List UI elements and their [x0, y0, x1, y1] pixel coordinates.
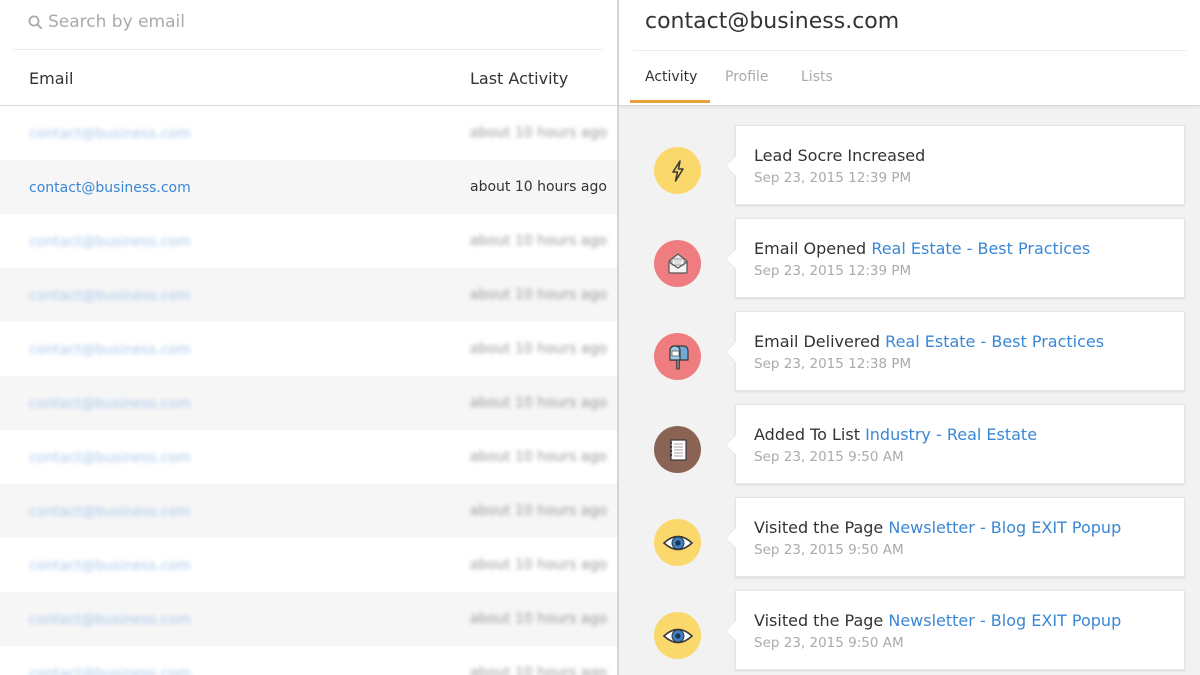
- tab-lists[interactable]: Lists: [801, 69, 833, 85]
- table-row[interactable]: contact@business.com about 10 hours ago: [0, 214, 617, 268]
- activity-text: Email Opened Real Estate - Best Practice…: [754, 239, 1090, 258]
- activity-link[interactable]: Industry - Real Estate: [865, 425, 1037, 444]
- row-activity: about 10 hours ago: [470, 503, 607, 519]
- table-row[interactable]: contact@business.com about 10 hours ago: [0, 592, 617, 646]
- row-email[interactable]: contact@business.com: [29, 180, 191, 196]
- search-icon: [28, 15, 42, 29]
- activity-link[interactable]: Real Estate - Best Practices: [871, 239, 1090, 258]
- activity-card[interactable]: Added To List Industry - Real Estate Sep…: [725, 404, 1185, 484]
- row-activity: about 10 hours ago: [470, 557, 607, 573]
- column-header-last-activity[interactable]: Last Activity: [470, 69, 568, 88]
- row-email[interactable]: contact@business.com: [29, 234, 191, 250]
- tab-profile[interactable]: Profile: [725, 69, 769, 85]
- eye-icon: [654, 519, 701, 566]
- activity-date: Sep 23, 2015 12:39 PM: [754, 263, 912, 279]
- row-email[interactable]: contact@business.com: [29, 342, 191, 358]
- activity-event: Added To List Industry - Real Estate Sep…: [619, 404, 1200, 484]
- activity-date: Sep 23, 2015 9:50 AM: [754, 449, 904, 465]
- activity-event: Email Delivered Real Estate - Best Pract…: [619, 311, 1200, 391]
- table-row[interactable]: contact@business.com about 10 hours ago: [0, 376, 617, 430]
- table-row-selected[interactable]: contact@business.com about 10 hours ago: [0, 160, 617, 214]
- activity-event: Visited the Page Newsletter - Blog EXIT …: [619, 590, 1200, 670]
- detail-title: contact@business.com: [645, 9, 900, 34]
- table-header: Email Last Activity: [0, 50, 617, 106]
- row-email[interactable]: contact@business.com: [29, 450, 191, 466]
- lightning-icon: [654, 147, 701, 194]
- row-activity: about 10 hours ago: [470, 287, 607, 303]
- search-bar: [14, 0, 602, 50]
- header-divider: [633, 50, 1186, 51]
- row-activity: about 10 hours ago: [470, 179, 607, 195]
- activity-event: Lead Socre Increased Sep 23, 2015 12:39 …: [619, 125, 1200, 205]
- table-row[interactable]: contact@business.com about 10 hours ago: [0, 484, 617, 538]
- row-activity: about 10 hours ago: [470, 611, 607, 627]
- activity-card[interactable]: Email Delivered Real Estate - Best Pract…: [725, 311, 1185, 391]
- activity-card[interactable]: Email Opened Real Estate - Best Practice…: [725, 218, 1185, 298]
- activity-link[interactable]: Newsletter - Blog EXIT Popup: [888, 518, 1121, 537]
- activity-action: Email Delivered: [754, 332, 881, 351]
- activity-date: Sep 23, 2015 12:39 PM: [754, 170, 912, 186]
- activity-text: Visited the Page Newsletter - Blog EXIT …: [754, 518, 1121, 537]
- row-activity: about 10 hours ago: [470, 341, 607, 357]
- row-email[interactable]: contact@business.com: [29, 666, 191, 675]
- row-activity: about 10 hours ago: [470, 395, 607, 411]
- row-email[interactable]: contact@business.com: [29, 288, 191, 304]
- activity-card[interactable]: Lead Socre Increased Sep 23, 2015 12:39 …: [725, 125, 1185, 205]
- contact-table: contact@business.com about 10 hours ago …: [0, 106, 617, 675]
- activity-event: Visited the Page Newsletter - Blog EXIT …: [619, 497, 1200, 577]
- active-tab-indicator: [630, 100, 710, 103]
- row-email[interactable]: contact@business.com: [29, 612, 191, 628]
- table-row[interactable]: contact@business.com about 10 hours ago: [0, 646, 617, 675]
- activity-action: Visited the Page: [754, 518, 884, 537]
- row-email[interactable]: contact@business.com: [29, 504, 191, 520]
- table-row[interactable]: contact@business.com about 10 hours ago: [0, 538, 617, 592]
- activity-date: Sep 23, 2015 9:50 AM: [754, 542, 904, 558]
- activity-action: Added To List: [754, 425, 860, 444]
- envelope-open-icon: [654, 240, 701, 287]
- row-activity: about 10 hours ago: [470, 233, 607, 249]
- column-header-email[interactable]: Email: [29, 69, 73, 88]
- contact-detail-pane: contact@business.com Activity Profile Li…: [619, 0, 1200, 675]
- activity-action: Email Opened: [754, 239, 867, 258]
- activity-card[interactable]: Visited the Page Newsletter - Blog EXIT …: [725, 590, 1185, 670]
- activity-link[interactable]: Real Estate - Best Practices: [885, 332, 1104, 351]
- notebook-icon: [654, 426, 701, 473]
- activity-text: Added To List Industry - Real Estate: [754, 425, 1037, 444]
- activity-event: Email Opened Real Estate - Best Practice…: [619, 218, 1200, 298]
- activity-text: Visited the Page Newsletter - Blog EXIT …: [754, 611, 1121, 630]
- table-row[interactable]: contact@business.com about 10 hours ago: [0, 322, 617, 376]
- table-row[interactable]: contact@business.com about 10 hours ago: [0, 106, 617, 160]
- row-email[interactable]: contact@business.com: [29, 396, 191, 412]
- tab-activity[interactable]: Activity: [645, 69, 697, 85]
- row-activity: about 10 hours ago: [470, 125, 607, 141]
- contact-list-pane: Email Last Activity contact@business.com…: [0, 0, 617, 675]
- row-activity: about 10 hours ago: [470, 449, 607, 465]
- row-email[interactable]: contact@business.com: [29, 558, 191, 574]
- activity-date: Sep 23, 2015 12:38 PM: [754, 356, 912, 372]
- activity-card[interactable]: Visited the Page Newsletter - Blog EXIT …: [725, 497, 1185, 577]
- row-email[interactable]: contact@business.com: [29, 126, 191, 142]
- table-row[interactable]: contact@business.com about 10 hours ago: [0, 268, 617, 322]
- row-activity: about 10 hours ago: [470, 665, 607, 675]
- table-row[interactable]: contact@business.com about 10 hours ago: [0, 430, 617, 484]
- mailbox-icon: [654, 333, 701, 380]
- search-input[interactable]: [48, 11, 568, 32]
- activity-text: Email Delivered Real Estate - Best Pract…: [754, 332, 1104, 351]
- activity-action: Visited the Page: [754, 611, 884, 630]
- eye-icon: [654, 612, 701, 659]
- activity-link[interactable]: Newsletter - Blog EXIT Popup: [888, 611, 1121, 630]
- activity-text: Lead Socre Increased: [754, 146, 925, 165]
- activity-action: Lead Socre Increased: [754, 146, 926, 165]
- activity-date: Sep 23, 2015 9:50 AM: [754, 635, 904, 651]
- detail-header: contact@business.com Activity Profile Li…: [619, 0, 1200, 106]
